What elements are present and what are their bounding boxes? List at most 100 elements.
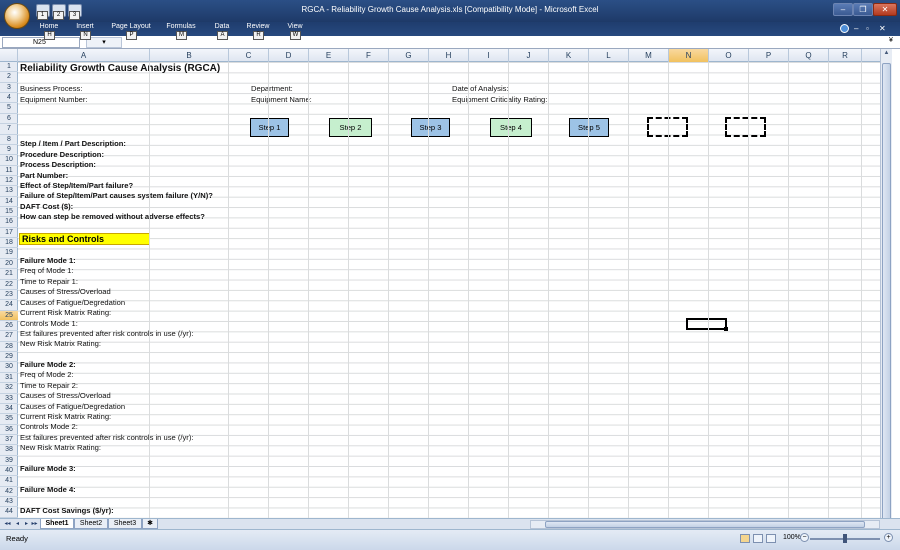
tab-view[interactable]: View <box>270 23 320 30</box>
column-header-i[interactable]: I <box>469 49 509 62</box>
row-header-39[interactable]: 39 <box>0 456 18 467</box>
row-header-5[interactable]: 5 <box>0 103 18 114</box>
row-header-15[interactable]: 15 <box>0 207 18 218</box>
row-header-37[interactable]: 37 <box>0 435 18 446</box>
column-header-m[interactable]: M <box>629 49 669 62</box>
row-header-34[interactable]: 34 <box>0 404 18 415</box>
zoom-in-button[interactable]: + <box>884 533 893 542</box>
row-header-20[interactable]: 20 <box>0 259 18 270</box>
sheet-tab-sheet3[interactable]: Sheet3 <box>108 519 142 529</box>
sheet-tab-sheet1[interactable]: Sheet1 <box>40 519 74 529</box>
ribbon-minimize-button[interactable]: – <box>854 24 858 33</box>
tab-insert[interactable]: Insert <box>60 23 110 30</box>
column-header-c[interactable]: C <box>229 49 269 62</box>
help-icon[interactable] <box>840 24 849 33</box>
office-button[interactable] <box>4 3 30 29</box>
zoom-slider[interactable] <box>810 534 880 543</box>
row-header-12[interactable]: 12 <box>0 176 18 187</box>
column-header-h[interactable]: H <box>429 49 469 62</box>
page-layout-view-icon[interactable] <box>753 534 763 543</box>
row-header-30[interactable]: 30 <box>0 362 18 373</box>
row-header-23[interactable]: 23 <box>0 290 18 301</box>
scroll-up-icon[interactable]: ▲ <box>881 50 892 61</box>
placeholder-step-box[interactable] <box>725 117 766 137</box>
prev-sheet-icon[interactable]: ◂ <box>13 520 22 529</box>
last-sheet-icon[interactable]: ▸▸ <box>30 520 39 529</box>
zoom-level[interactable]: 100% <box>783 534 801 541</box>
row-header-18[interactable]: 18 <box>0 238 18 249</box>
normal-view-icon[interactable] <box>740 534 750 543</box>
row-header-44[interactable]: 44 <box>0 507 18 518</box>
row-header-19[interactable]: 19 <box>0 248 18 259</box>
page-break-view-icon[interactable] <box>766 534 776 543</box>
vertical-scroll-thumb[interactable] <box>882 63 891 533</box>
row-header-35[interactable]: 35 <box>0 414 18 425</box>
fill-handle[interactable] <box>724 327 728 331</box>
zoom-out-button[interactable]: − <box>800 533 809 542</box>
column-header-p[interactable]: P <box>749 49 789 62</box>
row-header-24[interactable]: 24 <box>0 300 18 311</box>
zoom-slider-thumb[interactable] <box>843 534 847 543</box>
row-header-16[interactable]: 16 <box>0 217 18 228</box>
name-box[interactable]: N25 <box>2 37 80 48</box>
column-header-q[interactable]: Q <box>789 49 829 62</box>
column-header-r[interactable]: R <box>829 49 862 62</box>
row-header-9[interactable]: 9 <box>0 145 18 156</box>
column-header-n[interactable]: N <box>669 49 709 62</box>
row-header-40[interactable]: 40 <box>0 466 18 477</box>
sheet-tab-sheet2[interactable]: Sheet2 <box>74 519 108 529</box>
restore-button[interactable]: ❐ <box>853 3 873 16</box>
row-header-42[interactable]: 42 <box>0 487 18 498</box>
column-header-b[interactable]: B <box>150 49 229 62</box>
horizontal-scrollbar[interactable] <box>530 520 880 529</box>
select-all-corner[interactable] <box>0 49 18 62</box>
column-header-l[interactable]: L <box>589 49 629 62</box>
row-header-3[interactable]: 3 <box>0 83 18 94</box>
column-header-e[interactable]: E <box>309 49 349 62</box>
column-header-k[interactable]: K <box>549 49 589 62</box>
row-header-36[interactable]: 36 <box>0 425 18 435</box>
vertical-scrollbar[interactable]: ▲ <box>880 49 892 533</box>
row-header-1[interactable]: 1 <box>0 62 18 73</box>
formula-bar-expand-button[interactable]: ¥ <box>886 37 896 48</box>
row-header-25[interactable]: 25 <box>0 310 18 321</box>
row-header-32[interactable]: 32 <box>0 383 18 394</box>
row-header-11[interactable]: 11 <box>0 166 18 176</box>
column-header-g[interactable]: G <box>389 49 429 62</box>
row-header-29[interactable]: 29 <box>0 352 18 363</box>
close-button[interactable]: ✕ <box>873 3 897 16</box>
row-header-6[interactable]: 6 <box>0 114 18 125</box>
row-header-26[interactable]: 26 <box>0 321 18 332</box>
first-sheet-icon[interactable]: ◂◂ <box>3 520 12 529</box>
row-header-21[interactable]: 21 <box>0 269 18 280</box>
ribbon-close-button[interactable]: ✕ <box>879 24 886 33</box>
worksheet-grid[interactable]: Reliability Growth Cause Analysis (RGCA)… <box>18 62 880 518</box>
horizontal-scroll-thumb[interactable] <box>545 521 865 528</box>
step-5-box[interactable]: Step 5 <box>569 118 609 137</box>
column-header-j[interactable]: J <box>509 49 549 62</box>
row-header-28[interactable]: 28 <box>0 342 18 353</box>
column-header-d[interactable]: D <box>269 49 309 62</box>
minimize-button[interactable]: – <box>833 3 853 16</box>
tab-page-layout[interactable]: Page Layout <box>106 23 156 30</box>
row-header-31[interactable]: 31 <box>0 373 18 384</box>
column-header-a[interactable]: A <box>18 49 150 62</box>
row-header-27[interactable]: 27 <box>0 331 18 342</box>
row-header-17[interactable]: 17 <box>0 228 18 239</box>
row-header-33[interactable]: 33 <box>0 394 18 404</box>
row-header-14[interactable]: 14 <box>0 197 18 208</box>
row-header-10[interactable]: 10 <box>0 155 18 166</box>
insert-sheet-icon[interactable]: ✱ <box>142 519 158 529</box>
row-header-4[interactable]: 4 <box>0 93 18 104</box>
row-header-7[interactable]: 7 <box>0 124 18 135</box>
step-1-box[interactable]: Step 1 <box>250 118 289 137</box>
row-header-2[interactable]: 2 <box>0 72 18 83</box>
step-3-box[interactable]: Step 3 <box>411 118 450 137</box>
name-box-dropdown[interactable]: ▾ <box>86 37 122 48</box>
step-4-box[interactable]: Step 4 <box>490 118 532 137</box>
step-2-box[interactable]: Step 2 <box>329 118 372 137</box>
row-header-38[interactable]: 38 <box>0 445 18 456</box>
ribbon-restore-button[interactable]: ▫ <box>866 24 869 33</box>
column-header-f[interactable]: F <box>349 49 389 62</box>
row-header-8[interactable]: 8 <box>0 135 18 145</box>
